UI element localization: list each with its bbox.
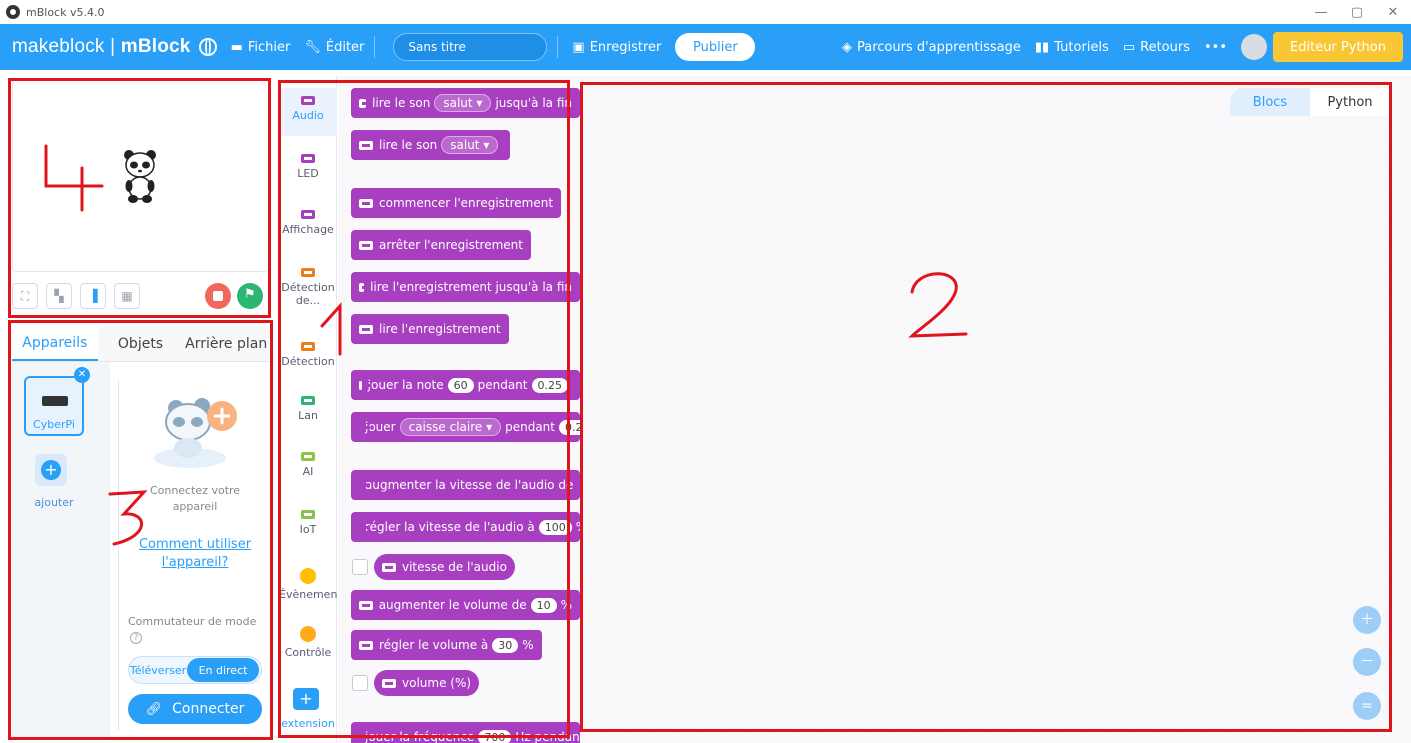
edit-menu[interactable]: 🔧︎ Éditer <box>304 40 364 55</box>
divider <box>374 36 376 58</box>
close-icon[interactable]: ✕ <box>1375 5 1411 20</box>
file-menu[interactable]: ▬ Fichier <box>231 40 291 55</box>
compass-icon: ◈ <box>841 39 852 55</box>
feedback-link[interactable]: ▭ Retours <box>1123 40 1190 55</box>
project-name-input[interactable]: Sans titre <box>393 33 548 61</box>
python-editor-button[interactable]: Editeur Python <box>1273 32 1403 62</box>
feedback-label: Retours <box>1140 39 1190 55</box>
edit-menu-label: Éditer <box>325 39 365 55</box>
file-menu-label: Fichier <box>247 39 291 55</box>
minimize-icon[interactable]: — <box>1303 5 1339 20</box>
brand-bold: mBlock <box>120 36 191 57</box>
window-title: mBlock v5.4.0 <box>26 5 105 19</box>
book-icon: ▮▮ <box>1034 39 1050 55</box>
annotation-number-1 <box>320 302 342 356</box>
annotation-number-4 <box>44 144 104 212</box>
tutorials-link[interactable]: ▮▮ Tutoriels <box>1035 40 1109 55</box>
save-icon: ▣ <box>572 39 585 55</box>
learning-path-link[interactable]: ◈ Parcours d'apprentissage <box>842 40 1021 55</box>
divider <box>557 36 559 58</box>
brand-light: makeblock | <box>12 36 121 57</box>
mblock-window: mBlock v5.4.0 — ▢ ✕ makeblock | mBlock ▬… <box>0 0 1411 743</box>
wrench-icon: 🔧︎ <box>304 39 321 55</box>
publish-button[interactable]: Publier <box>675 33 756 61</box>
os-titlebar: mBlock v5.4.0 — ▢ ✕ <box>0 0 1411 24</box>
annotation-box-palette <box>278 80 570 738</box>
save-label: Enregistrer <box>589 39 662 55</box>
annotation-number-3 <box>108 490 148 546</box>
maximize-icon[interactable]: ▢ <box>1339 5 1375 20</box>
app-icon <box>6 5 20 19</box>
brand-logo: makeblock | mBlock <box>12 36 191 58</box>
tutorials-label: Tutoriels <box>1054 39 1109 55</box>
annotation-number-2 <box>908 272 968 338</box>
avatar[interactable] <box>1241 34 1267 60</box>
save-button[interactable]: ▣ Enregistrer <box>572 40 661 55</box>
language-icon[interactable] <box>198 38 217 56</box>
learning-path-label: Parcours d'apprentissage <box>856 39 1021 55</box>
annotation-box-workspace <box>580 82 1392 732</box>
app-menubar: makeblock | mBlock ▬ Fichier 🔧︎ Éditer San… <box>0 24 1411 70</box>
chat-icon: ▭ <box>1122 39 1136 55</box>
folder-icon: ▬ <box>230 39 243 55</box>
more-menu[interactable]: ••• <box>1204 40 1227 55</box>
